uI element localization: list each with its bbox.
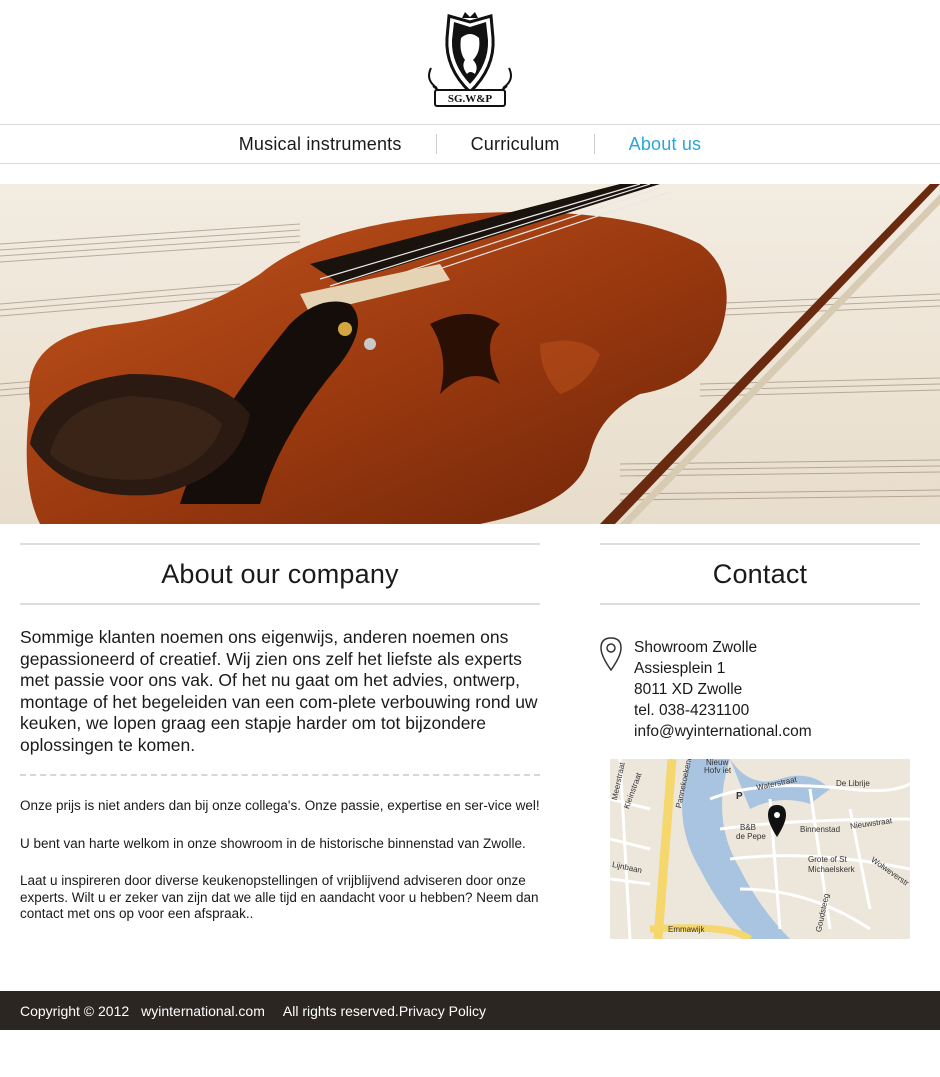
map-label: B&B bbox=[740, 823, 757, 832]
contact-section: Contact Showroom Zwolle Assiesplein 1 80… bbox=[600, 543, 920, 939]
violin-image bbox=[0, 184, 940, 524]
about-lead-text: Sommige klanten noemen ons eigenwijs, an… bbox=[20, 627, 538, 755]
map-label: Grote of St bbox=[808, 855, 847, 864]
location-pin-icon bbox=[600, 637, 622, 672]
footer-privacy-link[interactable]: Privacy Policy bbox=[399, 1003, 486, 1019]
contact-address: Showroom Zwolle Assiesplein 1 8011 XD Zw… bbox=[600, 637, 920, 742]
hero-banner bbox=[0, 184, 940, 524]
dashed-divider bbox=[20, 774, 540, 776]
logo-text: SG.W&P bbox=[448, 93, 493, 105]
contact-street: Assiesplein 1 bbox=[634, 660, 726, 677]
about-title: About our company bbox=[20, 543, 540, 605]
map-label: P bbox=[736, 791, 743, 802]
header: SG.W&P bbox=[0, 0, 940, 124]
contact-email[interactable]: info@wyinternational.com bbox=[634, 721, 920, 742]
about-paragraph: U bent van harte welkom in onze showroom… bbox=[20, 835, 526, 851]
about-paragraph: Laat u inspireren door diverse keukenops… bbox=[20, 873, 539, 921]
footer-rights: All rights reserved. bbox=[282, 1002, 399, 1019]
map-label: Hofv iet bbox=[704, 766, 732, 775]
map-label: Emmawijk bbox=[668, 925, 705, 934]
main-nav: Musical instruments Curriculum About us bbox=[0, 124, 940, 164]
about-paragraph: Onze prijs is niet anders dan bij onze c… bbox=[20, 798, 540, 813]
nav-musical-instruments[interactable]: Musical instruments bbox=[205, 134, 436, 155]
contact-showroom: Showroom Zwolle bbox=[634, 639, 758, 656]
map-label: Binnenstad bbox=[800, 825, 841, 834]
contact-title: Contact bbox=[600, 543, 920, 605]
contact-postal-city: 8011 XD Zwolle bbox=[634, 681, 743, 698]
map-label: Michaelskerk bbox=[808, 865, 855, 874]
nav-curriculum[interactable]: Curriculum bbox=[437, 134, 594, 155]
about-section: About our company Sommige klanten noemen… bbox=[20, 543, 540, 923]
nav-about-us[interactable]: About us bbox=[595, 134, 736, 155]
footer: Copyright © 2012 wyinternational.com All… bbox=[0, 991, 940, 1030]
location-map[interactable]: Pannekoekendijk Waterstraat De Librije N… bbox=[610, 759, 910, 939]
map-label: De Librije bbox=[836, 779, 870, 788]
footer-site-link[interactable]: wyinternational.com bbox=[141, 1003, 265, 1019]
contact-phone[interactable]: tel. 038-4231100 bbox=[634, 700, 920, 721]
footer-copyright: Copyright © 2012 bbox=[20, 1002, 130, 1019]
lion-crest-icon[interactable]: SG.W&P bbox=[409, 8, 531, 116]
map-label: de Pepe bbox=[736, 832, 766, 841]
